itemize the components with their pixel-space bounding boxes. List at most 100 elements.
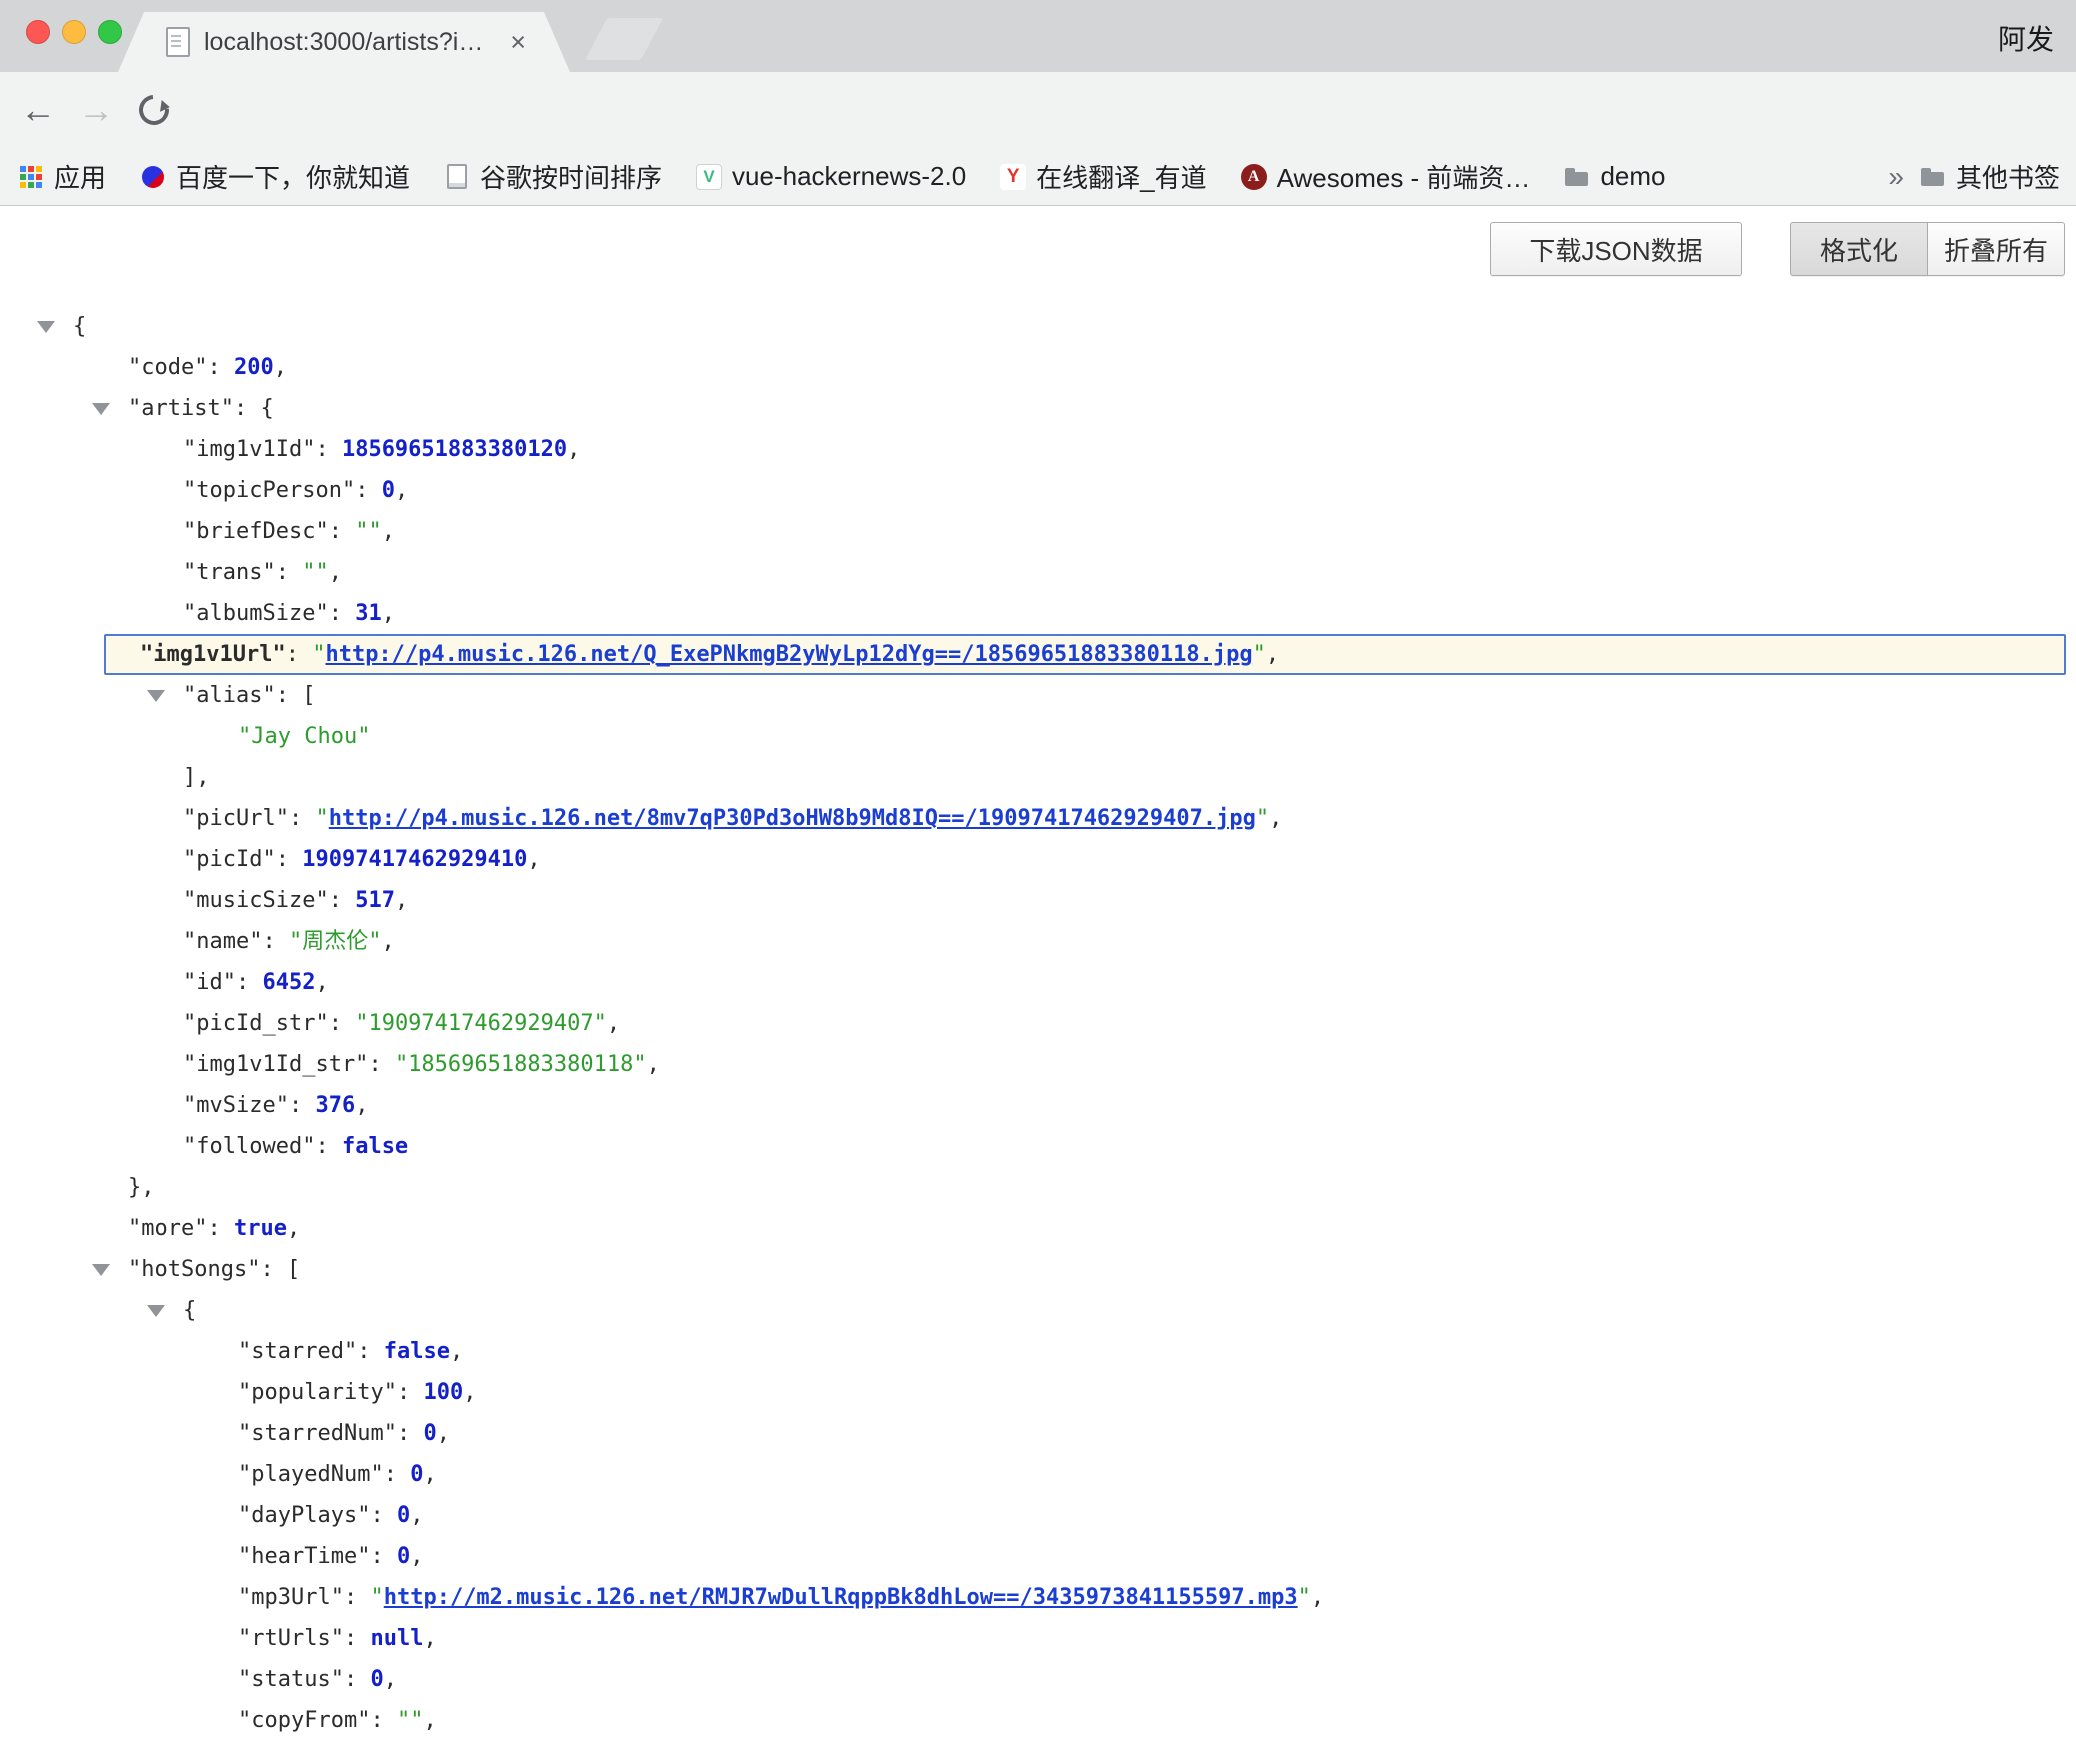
json-token: :: [276, 683, 303, 708]
collapse-triangle-icon[interactable]: [37, 321, 55, 333]
json-token: false: [342, 1134, 408, 1159]
browser-tab[interactable]: localhost:3000/artists?id=645 ×: [118, 12, 570, 72]
json-token: :: [344, 1667, 371, 1692]
collapse-triangle-icon[interactable]: [147, 690, 165, 702]
json-url-link[interactable]: http://p4.music.126.net/8mv7qP30Pd3oHW8b…: [329, 806, 1256, 831]
tab-close-icon[interactable]: ×: [510, 29, 526, 56]
json-key: "albumSize": [183, 601, 329, 626]
bookmark-label: 谷歌按时间排序: [480, 158, 662, 195]
json-token: ,: [423, 1462, 436, 1487]
json-line: "picId_str": "19097417462929407",: [0, 1003, 2076, 1044]
fullscreen-window-button[interactable]: [98, 20, 122, 44]
json-key: "img1v1Id": [183, 437, 315, 462]
json-token: ,: [287, 1216, 300, 1241]
json-key: "musicSize": [183, 888, 329, 913]
collapse-triangle-icon[interactable]: [147, 1305, 165, 1317]
format-button[interactable]: 格式化: [1790, 222, 1928, 276]
json-token: :: [329, 519, 356, 544]
json-token: ,: [395, 478, 408, 503]
json-token: 0: [370, 1667, 383, 1692]
json-key: "hearTime": [238, 1544, 370, 1569]
bookmark-item[interactable]: 谷歌按时间排序: [444, 158, 662, 195]
json-key: "artist": [128, 396, 234, 421]
json-token: ,: [410, 1503, 423, 1528]
json-token: ": [1298, 1585, 1311, 1610]
json-token: ,: [423, 1626, 436, 1651]
json-key: "briefDesc": [183, 519, 329, 544]
json-key: "mvSize": [183, 1093, 289, 1118]
json-token: :: [344, 1585, 371, 1610]
json-line: "img1v1Id": 18569651883380120,: [0, 429, 2076, 470]
json-key: "picId": [183, 847, 276, 872]
vue-icon: V: [696, 164, 722, 190]
bookmark-item[interactable]: 应用: [18, 158, 106, 195]
bookmark-item[interactable]: 百度一下，你就知道: [140, 158, 410, 195]
back-button[interactable]: ←: [12, 72, 64, 148]
json-line: "name": "周杰伦",: [0, 921, 2076, 962]
json-key: "copyFrom": [238, 1708, 370, 1733]
json-token: ,: [315, 970, 328, 995]
json-line: "albumSize": 31,: [0, 593, 2076, 634]
json-token: :: [370, 1708, 397, 1733]
json-token: ": [312, 642, 325, 667]
forward-button[interactable]: →: [70, 72, 122, 148]
bookmark-item[interactable]: AAwesomes - 前端资…: [1241, 158, 1531, 195]
apps-icon: [18, 164, 44, 190]
folder-icon: [1920, 164, 1946, 190]
bookmark-item[interactable]: Y在线翻译_有道: [1000, 158, 1206, 195]
json-token: ,: [607, 1011, 620, 1036]
view-mode-segment: 格式化 折叠所有: [1790, 222, 2065, 276]
json-key: "img1v1Url": [140, 642, 286, 667]
collapse-all-button[interactable]: 折叠所有: [1927, 222, 2065, 276]
json-line: ],: [0, 757, 2076, 798]
collapse-triangle-icon[interactable]: [92, 403, 110, 415]
json-key: "trans": [183, 560, 276, 585]
json-token: ,: [382, 519, 395, 544]
youdao-icon: Y: [1000, 164, 1026, 190]
bookmark-label: vue-hackernews-2.0: [732, 161, 966, 192]
json-token: :: [262, 929, 289, 954]
json-token: :: [329, 601, 356, 626]
json-line: "musicSize": 517,: [0, 880, 2076, 921]
json-url-link[interactable]: http://p4.music.126.net/Q_ExePNkmgB2yWyL…: [325, 642, 1252, 667]
json-token: :: [289, 1093, 316, 1118]
awesomes-icon: A: [1241, 164, 1267, 190]
json-token: ": [1256, 806, 1269, 831]
minimize-window-button[interactable]: [62, 20, 86, 44]
json-token: ,: [381, 929, 394, 954]
json-token: ,: [423, 1708, 436, 1733]
json-token: ,: [450, 1339, 463, 1364]
profile-name[interactable]: 阿发: [1998, 18, 2054, 58]
json-key: "status": [238, 1667, 344, 1692]
close-window-button[interactable]: [26, 20, 50, 44]
bookmark-item[interactable]: demo: [1564, 161, 1665, 192]
json-key: "name": [183, 929, 262, 954]
json-token: ,: [527, 847, 540, 872]
page-content: 下载JSON数据 格式化 折叠所有 {"code": 200,"artist":…: [0, 206, 2076, 1754]
json-token: ": [370, 1585, 383, 1610]
collapse-triangle-icon[interactable]: [92, 1264, 110, 1276]
json-token: :: [207, 355, 234, 380]
json-key: "rtUrls": [238, 1626, 344, 1651]
json-token: null: [370, 1626, 423, 1651]
json-token: true: [234, 1216, 287, 1241]
json-url-link[interactable]: http://m2.music.126.net/RMJR7wDullRqppBk…: [384, 1585, 1298, 1610]
json-token: ],: [183, 765, 210, 790]
json-key: "picUrl": [183, 806, 289, 831]
json-token: ,: [410, 1544, 423, 1569]
reload-button[interactable]: [128, 72, 180, 148]
json-token: 517: [355, 888, 395, 913]
json-token: 0: [423, 1421, 436, 1446]
json-token: 0: [410, 1462, 423, 1487]
json-line: "id": 6452,: [0, 962, 2076, 1003]
json-token: 0: [397, 1503, 410, 1528]
json-token: :: [397, 1421, 424, 1446]
bookmark-item[interactable]: Vvue-hackernews-2.0: [696, 161, 966, 192]
json-key: "hotSongs": [128, 1257, 260, 1282]
download-json-button[interactable]: 下载JSON数据: [1490, 222, 1742, 276]
other-bookmarks-folder[interactable]: 其他书签: [1920, 158, 2060, 195]
json-token: "": [397, 1708, 424, 1733]
json-token: ,: [647, 1052, 660, 1077]
new-tab-button[interactable]: [585, 18, 663, 60]
bookmarks-overflow-chevron[interactable]: »: [1888, 161, 1904, 193]
